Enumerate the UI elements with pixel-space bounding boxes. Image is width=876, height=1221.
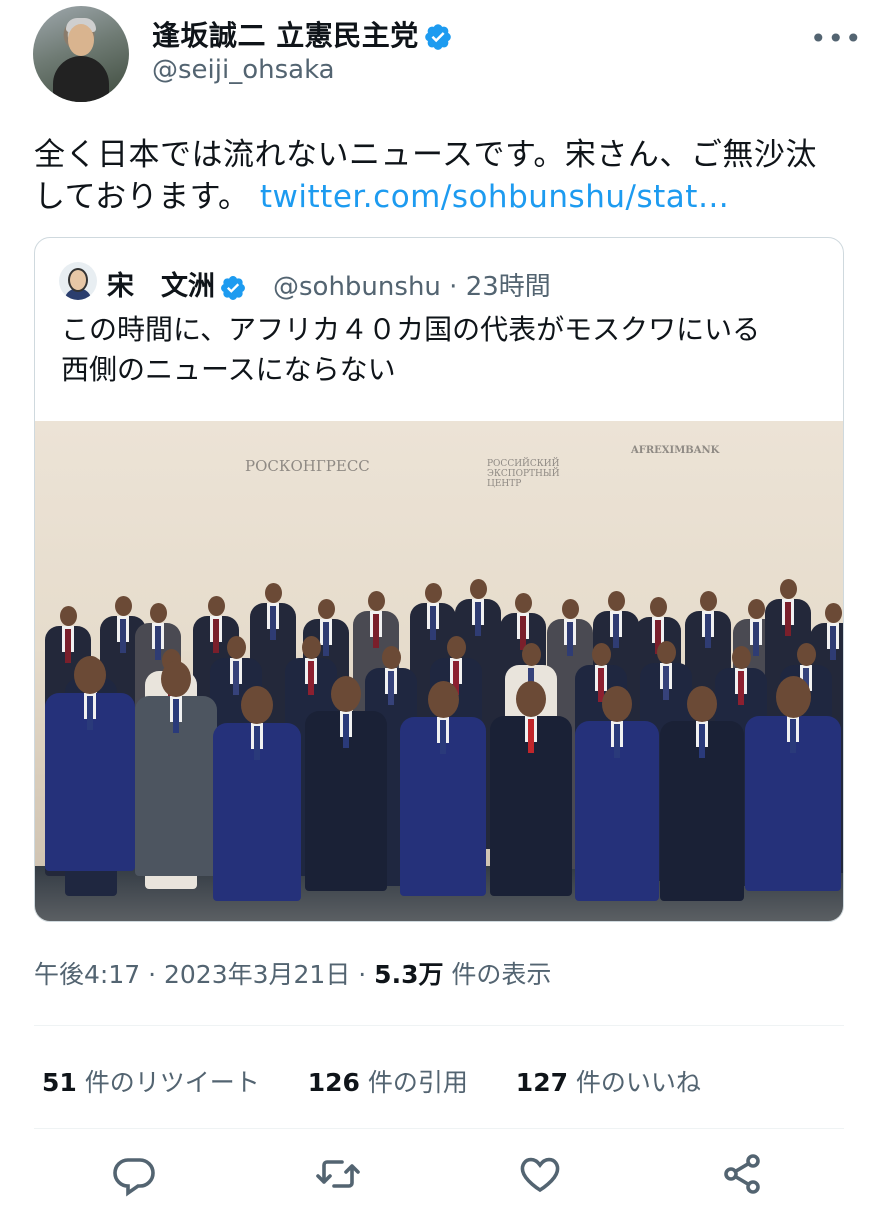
divider xyxy=(34,1128,844,1129)
photo-logo-text: РОСКОНГРЕСС xyxy=(245,457,370,475)
author-name[interactable]: 逢坂誠二 立憲民主党 xyxy=(152,19,419,52)
photo-person xyxy=(400,681,486,896)
verified-badge-icon xyxy=(221,275,245,300)
retweet-icon[interactable] xyxy=(314,1150,362,1198)
reply-icon[interactable] xyxy=(110,1150,158,1198)
author-name-row[interactable]: 逢坂誠二 立憲民主党 xyxy=(152,14,453,54)
tweet-meta: 午後4:17 · 2023年3月21日 · 5.3万 件の表示 xyxy=(34,955,551,991)
author-avatar[interactable] xyxy=(33,6,129,102)
more-options-icon[interactable]: ••• xyxy=(810,22,863,55)
quoted-tweet-card[interactable]: 宋 文洲 @sohbunshu · 23時間 この時間に、アフリカ４０カ国の代表… xyxy=(34,237,844,922)
quoted-text-line: この時間に、アフリカ４０カ国の代表がモスクワにいる xyxy=(61,313,761,346)
likes-label[interactable]: 件のいいね xyxy=(568,1068,701,1097)
quoted-text-line: 西側のニュースにならない xyxy=(61,353,396,386)
photo-person xyxy=(660,686,744,901)
tweet-text: 全く日本では流れないニュースです。宋さん、ご無沙汰しております。 twitter… xyxy=(34,134,844,218)
photo-logo-text: AFREXIMBANK xyxy=(631,445,720,456)
retweets-count[interactable]: 51 xyxy=(42,1068,77,1097)
author-handle[interactable]: @seiji_ohsaka xyxy=(152,55,335,85)
quoted-author-name[interactable]: 宋 文洲 xyxy=(107,264,247,303)
retweets-label[interactable]: 件のリツイート xyxy=(77,1068,260,1097)
quotes-stat[interactable]: 126 件の引用 xyxy=(308,1068,468,1097)
photo-person xyxy=(305,676,387,891)
like-icon[interactable] xyxy=(516,1150,564,1198)
quoted-tweet-photo[interactable]: РОСКОНГРЕСС РОССИЙСКИЙ ЭКСПОРТНЫЙ ЦЕНТР … xyxy=(35,421,843,921)
quotes-label[interactable]: 件の引用 xyxy=(360,1068,468,1097)
likes-stat[interactable]: 127 件のいいね xyxy=(516,1068,701,1097)
tweet-timestamp[interactable]: 午後4:17 · 2023年3月21日 · xyxy=(34,960,374,989)
photo-person xyxy=(135,661,217,876)
quotes-count[interactable]: 126 xyxy=(308,1068,360,1097)
likes-count[interactable]: 127 xyxy=(516,1068,568,1097)
photo-person xyxy=(213,686,301,901)
photo-person xyxy=(575,686,659,901)
photo-logo-text: РОССИЙСКИЙ ЭКСПОРТНЫЙ ЦЕНТР xyxy=(487,459,560,489)
quoted-author-avatar[interactable] xyxy=(59,262,97,300)
views-label: 件の表示 xyxy=(443,960,552,989)
photo-person xyxy=(45,656,135,871)
engagement-stats: 51 件のリツイート 126 件の引用 127 件のいいね xyxy=(42,1063,741,1099)
photo-person xyxy=(745,676,841,891)
verified-badge-icon xyxy=(424,24,451,50)
retweets-stat[interactable]: 51 件のリツイート xyxy=(42,1068,260,1097)
action-bar xyxy=(0,1150,876,1210)
quoted-author-handle: @sohbunshu · 23時間 xyxy=(273,272,551,302)
divider xyxy=(34,1025,844,1026)
quoted-tweet-text: この時間に、アフリカ４０カ国の代表がモスクワにいる 西側のニュースにならない xyxy=(61,310,831,390)
share-icon[interactable] xyxy=(718,1150,766,1198)
quoted-author-name-text[interactable]: 宋 文洲 xyxy=(107,271,215,302)
photo-person xyxy=(490,681,572,896)
tweet-link[interactable]: twitter.com/sohbunshu/stat… xyxy=(260,179,730,215)
views-count: 5.3万 xyxy=(374,960,444,989)
